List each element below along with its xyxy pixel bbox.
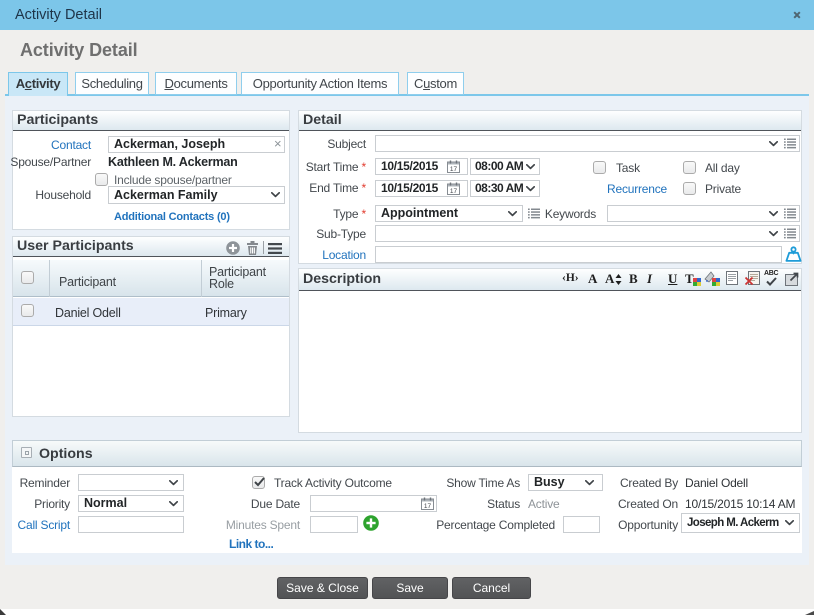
svg-text:17: 17 [424,503,432,510]
svg-text:17: 17 [450,166,458,173]
svg-text:17: 17 [450,187,458,194]
